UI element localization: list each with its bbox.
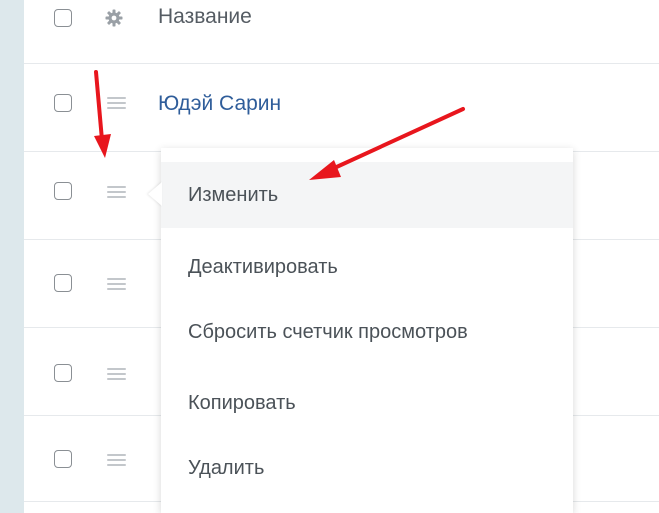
row-checkbox[interactable]: [54, 182, 72, 200]
table-header-row: Название: [24, 0, 659, 64]
row-name-link[interactable]: Юдэй Сарин: [158, 92, 281, 116]
menu-item-deactivate[interactable]: Деактивировать: [161, 234, 573, 300]
column-title-name[interactable]: Название: [158, 5, 252, 29]
menu-item-edit[interactable]: Изменить: [161, 162, 573, 228]
row-actions-menu: Изменить Деактивировать Сбросить счетчик…: [161, 148, 573, 513]
row-checkbox[interactable]: [54, 274, 72, 292]
gear-icon[interactable]: [105, 9, 123, 27]
menu-pointer-caret: [148, 182, 162, 206]
drag-handle-icon[interactable]: [107, 454, 126, 467]
select-all-checkbox[interactable]: [54, 9, 72, 27]
menu-item-reset-views[interactable]: Сбросить счетчик просмотров: [161, 299, 573, 365]
drag-handle-icon[interactable]: [107, 278, 126, 291]
row-checkbox[interactable]: [54, 450, 72, 468]
screen: Название Юдэй Сарин Изменить Деактивиров…: [0, 0, 659, 513]
menu-item-delete[interactable]: Удалить: [161, 435, 573, 501]
menu-item-copy[interactable]: Копировать: [161, 370, 573, 436]
drag-handle-icon[interactable]: [107, 97, 126, 110]
drag-handle-icon[interactable]: [107, 186, 126, 199]
row-checkbox[interactable]: [54, 364, 72, 382]
left-side-strip: [0, 0, 24, 513]
row-checkbox[interactable]: [54, 94, 72, 112]
table-row: Юдэй Сарин: [24, 64, 659, 152]
drag-handle-icon[interactable]: [107, 368, 126, 381]
